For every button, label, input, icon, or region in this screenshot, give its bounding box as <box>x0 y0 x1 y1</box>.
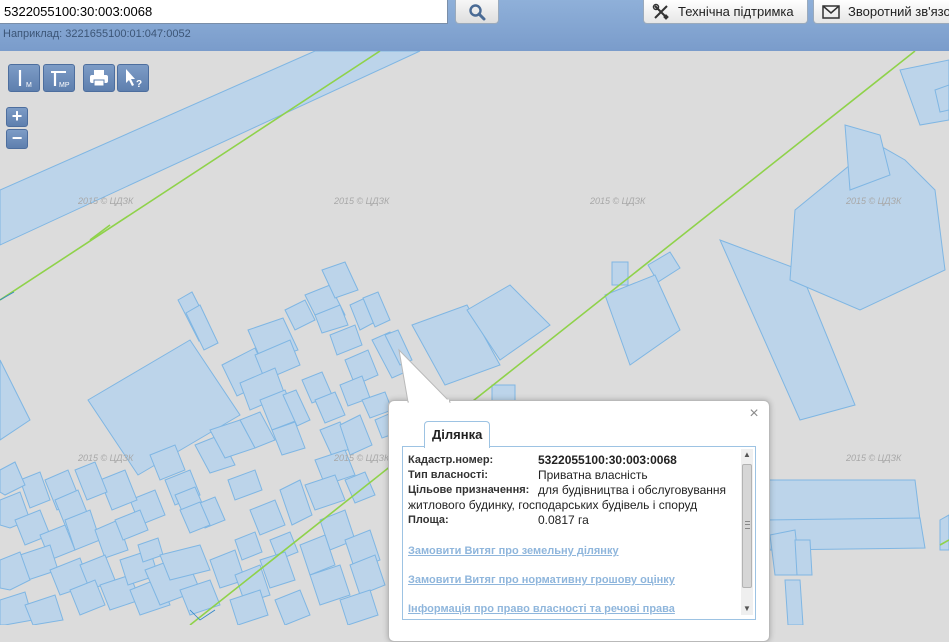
cadastral-number-label: Кадастр.номер: <box>408 454 494 466</box>
ownership-rights-info-link[interactable]: Інформація про право власності та речові… <box>408 603 736 615</box>
popup-scrollbar[interactable]: ▲ ▼ <box>741 449 753 615</box>
watermark-text: 2015 © ЦДЗК <box>333 196 390 206</box>
scroll-up-icon[interactable]: ▲ <box>741 449 753 461</box>
order-valuation-extract-link[interactable]: Замовити Витяг про нормативну грошову оц… <box>408 574 736 586</box>
print-button[interactable] <box>83 64 115 92</box>
tools-icon <box>652 3 670 21</box>
printer-icon <box>90 70 108 87</box>
watermark-text: 2015 © ЦДЗК <box>77 453 134 463</box>
scroll-down-icon[interactable]: ▼ <box>741 603 753 615</box>
cursor-question-icon: ? <box>126 69 142 89</box>
scroll-thumb[interactable] <box>742 464 752 588</box>
measure-area-icon: МР <box>51 71 70 89</box>
order-land-extract-link[interactable]: Замовити Витяг про земельну ділянку <box>408 545 736 557</box>
cadastral-search-input[interactable] <box>0 0 448 24</box>
measure-area-button[interactable]: МР <box>43 64 75 92</box>
purpose-value: для будівництва і обслуговування <box>538 483 727 497</box>
parcel-info-panel: Кадастр.номер: 5322055100:30:003:0068 Ти… <box>402 446 756 620</box>
watermark-text: 2015 © ЦДЗК <box>845 196 902 206</box>
top-bar: Наприклад: 3221655100:01:047:0052 Техніч… <box>0 0 949 51</box>
tech-support-label: Технічна підтримка <box>678 4 794 19</box>
zoom-in-button[interactable]: + <box>6 107 28 127</box>
search-hint: Наприклад: 3221655100:01:047:0052 <box>3 28 191 40</box>
area-label: Площа: <box>408 514 449 526</box>
area-value: 0.0817 га <box>538 513 589 527</box>
tab-parcel[interactable]: Ділянка <box>424 421 491 448</box>
ownership-type-label: Тип власності: <box>408 469 489 481</box>
measure-distance-icon: М <box>18 70 32 89</box>
watermark-text: 2015 © ЦДЗК <box>589 196 646 206</box>
measure-area-mark: МР <box>59 82 70 89</box>
zoom-out-button[interactable]: − <box>6 129 28 149</box>
purpose-label: Цільове призначення: <box>408 484 530 496</box>
cadastral-number-value: 5322055100:30:003:0068 <box>538 453 677 467</box>
watermark-text: 2015 © ЦДЗК <box>77 196 134 206</box>
watermark-text: 2015 © ЦДЗК <box>333 453 390 463</box>
search-icon <box>469 3 486 20</box>
search-button[interactable] <box>455 0 499 24</box>
feedback-button[interactable]: Зворотний зв'язо <box>813 0 949 24</box>
identify-mark: ? <box>136 79 142 89</box>
feedback-label: Зворотний зв'язо <box>848 4 949 19</box>
close-icon[interactable]: × <box>747 406 761 422</box>
ownership-type-value: Приватна власність <box>538 468 648 482</box>
measure-distance-mark: М <box>26 82 32 89</box>
envelope-icon <box>822 4 840 19</box>
measure-distance-button[interactable]: М <box>8 64 40 92</box>
parcel-info-popup: × Ділянка Кадастр.номер: 5322055100:30:0… <box>388 400 770 642</box>
identify-button[interactable]: ? <box>117 64 149 92</box>
tech-support-button[interactable]: Технічна підтримка <box>643 0 808 24</box>
purpose-value-continued: житлового будинку, господарських будівел… <box>408 498 698 512</box>
watermark-text: 2015 © ЦДЗК <box>845 453 902 463</box>
